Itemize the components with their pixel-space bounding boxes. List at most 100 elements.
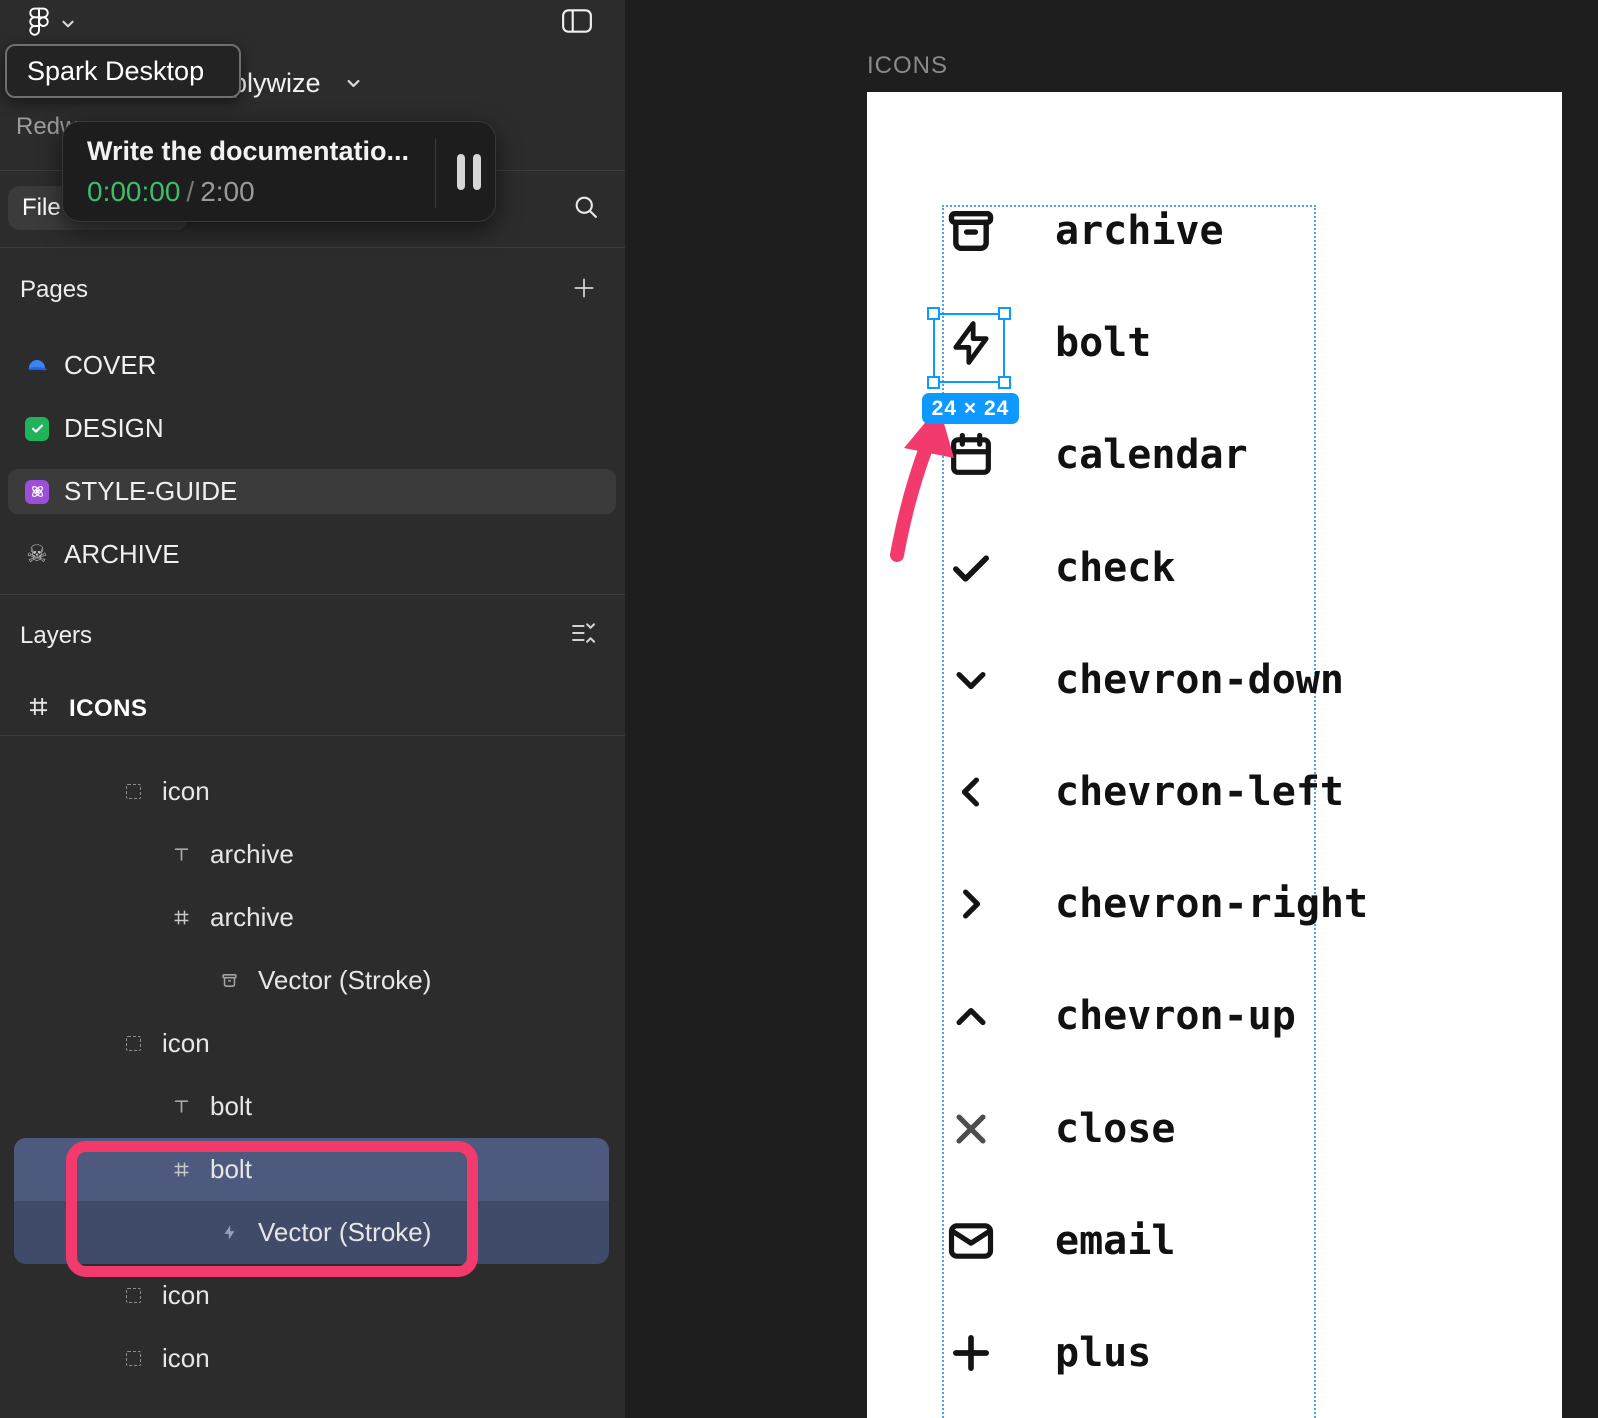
layer-label: icon [162,1280,210,1311]
canvas-icon-row-chevron-up[interactable]: chevron-up [867,988,1562,1044]
icon-label: check [1055,545,1175,591]
chevron-down-icon[interactable] [60,16,76,37]
icon-label: close [1055,1106,1175,1152]
canvas-icon-row-email[interactable]: email [867,1213,1562,1269]
layer-row-archive[interactable]: archive [0,886,625,949]
sidebar-page-cover[interactable]: COVER [0,334,625,397]
close-icon[interactable] [945,1103,997,1155]
divider [435,138,436,208]
layer-row-icons-frame[interactable]: ICONS [0,684,625,734]
component-icon [122,1288,144,1303]
sidebar-page-archive[interactable]: ☠ ARCHIVE [0,523,625,586]
layer-row-vector-stroke-[interactable]: Vector (Stroke) [0,949,625,1012]
canvas-icon-row-close[interactable]: close [867,1101,1562,1157]
collapse-layers-icon[interactable] [569,619,597,652]
pink-annotation-rectangle [66,1141,478,1277]
canvas-icon-row-check[interactable]: check [867,540,1562,596]
green-check-emoji [24,416,50,442]
icon-label: archive [1055,208,1224,254]
component-icon [122,784,144,799]
figma-logo-icon[interactable] [24,6,54,41]
component-icon [122,1351,144,1366]
layer-row-icon[interactable]: icon [0,1012,625,1075]
canvas-icon-row-plus[interactable]: plus [867,1325,1562,1381]
icon-label: chevron-left [1055,769,1344,815]
selection-handle[interactable] [927,376,940,389]
icon-label: chevron-up [1055,993,1296,1039]
sidebar-page-design[interactable]: DESIGN [0,397,625,460]
icon-label: bolt [1055,320,1151,366]
frame-icon [170,909,192,926]
layers-list: icon archive archive Vector (Stroke) ico… [0,760,625,1390]
canvas-white-frame[interactable]: archive bolt calendar check chevron-down… [867,92,1562,1418]
calendar-icon[interactable] [945,429,997,481]
frame-icon [28,696,49,722]
bolt-selection-box[interactable] [933,313,1005,383]
component-icon [122,1036,144,1051]
layer-row-background [14,1012,609,1075]
layer-row-background [14,1075,609,1138]
divider [0,594,625,595]
page-label: COVER [64,350,156,381]
sidebar-toggle-icon[interactable] [561,8,593,39]
chevron-right-icon[interactable] [945,878,997,930]
pause-button[interactable] [451,154,487,192]
layer-row-icon[interactable]: icon [0,1327,625,1390]
chevron-up-icon[interactable] [945,990,997,1042]
divider [0,247,625,248]
timer-task-title: Write the documentatio... [87,136,409,167]
layer-row-background [14,823,609,886]
timer-total: 2:00 [200,176,255,207]
icon-label: email [1055,1218,1175,1264]
chevron-left-icon[interactable] [945,766,997,818]
chevron-down-icon[interactable] [945,654,997,706]
project-name[interactable]: plywize [232,68,362,99]
atom-emoji [24,479,50,505]
size-badge: 24 × 24 [922,393,1019,424]
layer-row-background [14,760,609,823]
icon-label: chevron-down [1055,657,1344,703]
canvas-icon-row-chevron-right[interactable]: chevron-right [867,876,1562,932]
timer-widget[interactable]: Write the documentatio... 0:00:00/2:00 [62,121,496,222]
pages-list: COVER DESIGN STYLE-GUIDE ☠ ARCHIVE [0,334,625,586]
layer-row-background [14,1327,609,1390]
skull-emoji: ☠ [24,542,50,568]
selection-handle[interactable] [998,307,1011,320]
divider [0,735,625,736]
timer-elapsed: 0:00:00 [87,176,180,207]
cap-emoji [24,353,50,379]
text-icon [170,1098,192,1115]
layer-row-archive[interactable]: archive [0,823,625,886]
pages-header: Pages [20,276,88,304]
layer-label: icon [162,1028,210,1059]
check-icon[interactable] [945,542,997,594]
page-label: STYLE-GUIDE [64,476,237,507]
add-page-button[interactable] [571,275,597,306]
layer-row-bolt[interactable]: bolt [0,1075,625,1138]
selection-handle[interactable] [927,307,940,320]
canvas-icon-row-calendar[interactable]: calendar [867,427,1562,483]
layer-label: bolt [210,1091,252,1122]
figma-app-window: Redw plywize File Pages COVER DESIGN STY… [0,0,1598,1418]
layer-row-icon[interactable]: icon [0,760,625,823]
canvas-icon-row-archive[interactable]: archive [867,203,1562,259]
layers-header: Layers [20,622,92,650]
canvas-icon-row-chevron-down[interactable]: chevron-down [867,652,1562,708]
page-label: ARCHIVE [64,539,180,570]
email-icon[interactable] [945,1215,997,1267]
canvas-icon-row-chevron-left[interactable]: chevron-left [867,764,1562,820]
page-label: DESIGN [64,413,164,444]
canvas-frame-title[interactable]: ICONS [867,52,948,80]
sidebar-page-style-guide[interactable]: STYLE-GUIDE [0,460,625,523]
archive-icon[interactable] [945,205,997,257]
layer-label: Vector (Stroke) [258,965,431,996]
tooltip-spark-desktop: Spark Desktop [5,44,241,98]
vector-archive-icon [218,972,240,989]
chevron-down-icon [345,75,362,92]
text-icon [170,846,192,863]
plus-icon[interactable] [945,1327,997,1379]
search-icon[interactable] [572,193,600,226]
selection-handle[interactable] [998,376,1011,389]
icon-label: plus [1055,1330,1151,1376]
layer-label: archive [210,902,294,933]
